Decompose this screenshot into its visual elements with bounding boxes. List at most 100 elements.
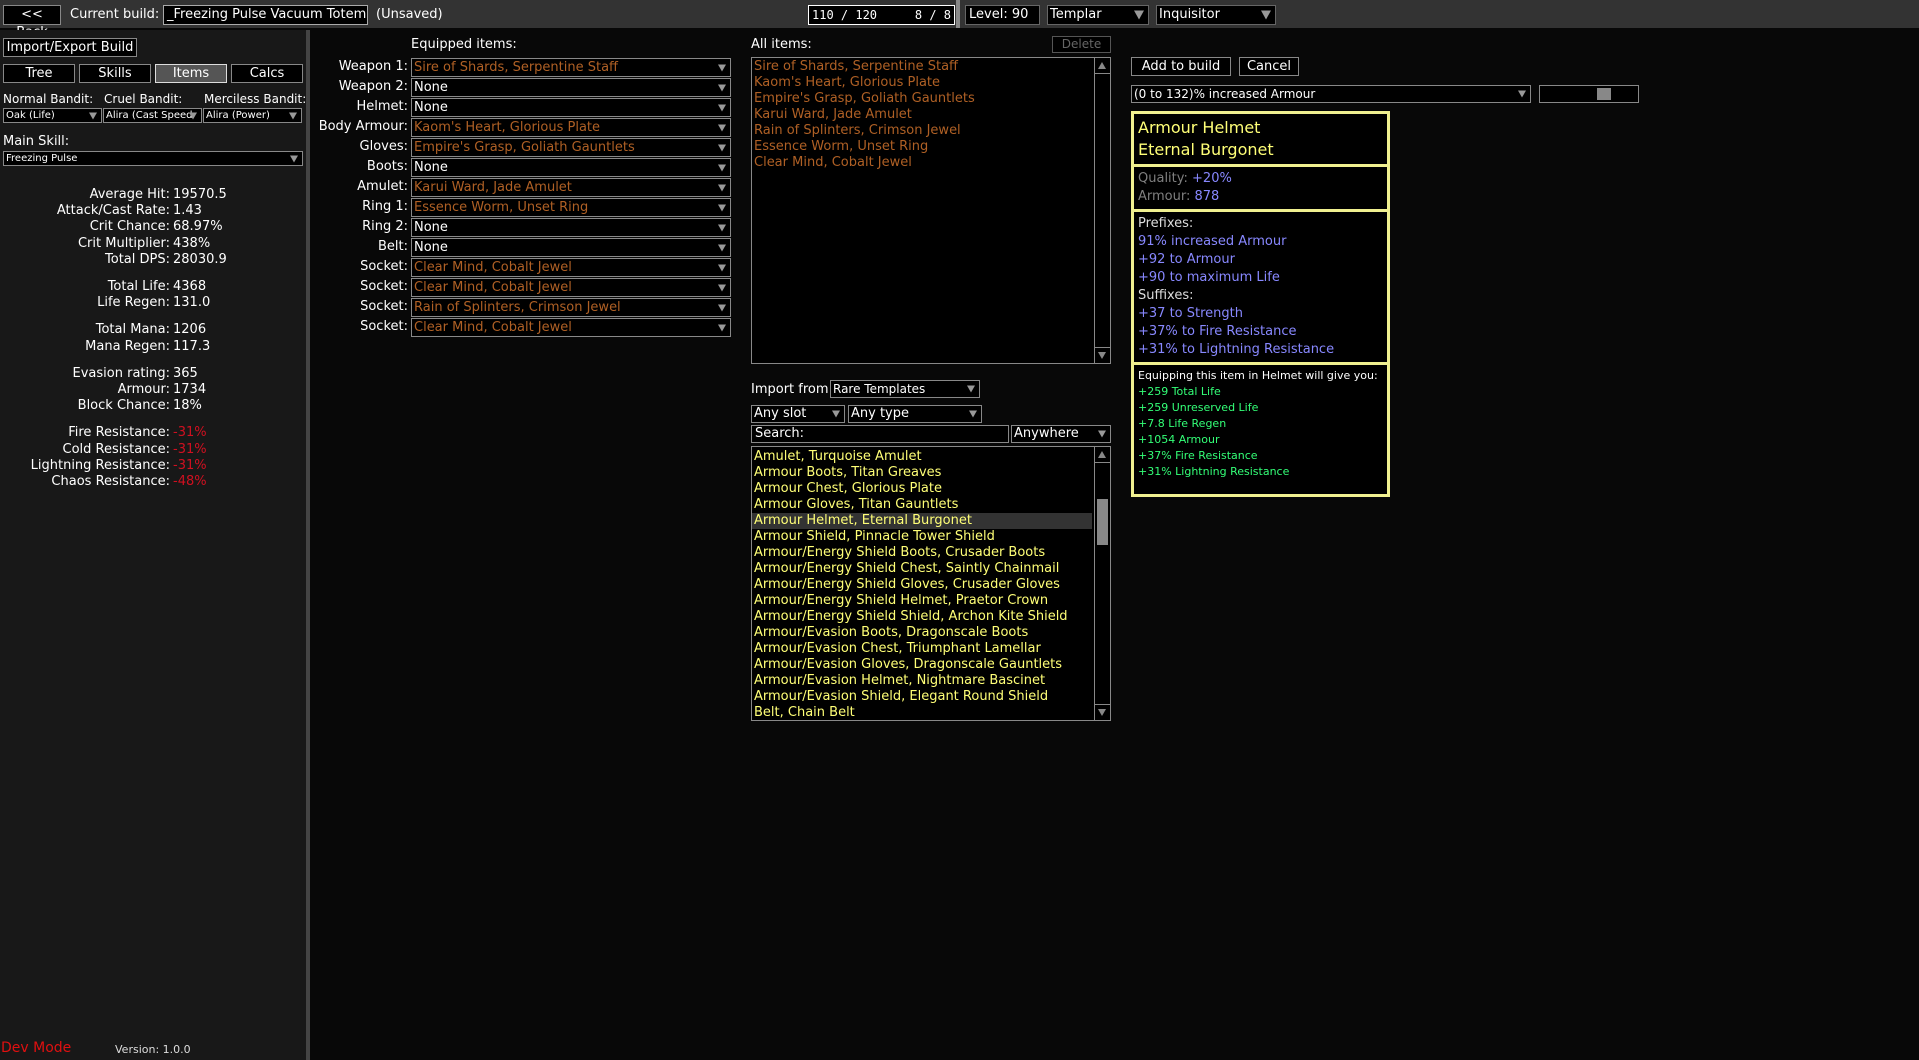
template-item[interactable]: Armour/Energy Shield Boots, Crusader Boo… bbox=[752, 545, 1092, 561]
tooltip-properties: Quality: +20% Armour: 878 bbox=[1134, 167, 1387, 212]
slot-select[interactable]: None bbox=[411, 158, 731, 177]
template-item[interactable]: Armour Shield, Pinnacle Tower Shield bbox=[752, 529, 1092, 545]
tab-calcs[interactable]: Calcs bbox=[231, 64, 303, 83]
slot-label: Ring 1: bbox=[362, 199, 408, 214]
stat-value: -31% bbox=[173, 457, 207, 473]
template-item[interactable]: Amulet, Turquoise Amulet bbox=[752, 449, 1092, 465]
template-item[interactable]: Armour Chest, Glorious Plate bbox=[752, 481, 1092, 497]
list-item[interactable]: Essence Worm, Unset Ring bbox=[752, 139, 1110, 155]
class-value: Templar bbox=[1050, 7, 1102, 22]
stat-label: Evasion rating: bbox=[72, 365, 170, 381]
ascendancy-select[interactable]: Inquisitor bbox=[1156, 5, 1276, 25]
template-item[interactable]: Armour/Energy Shield Shield, Archon Kite… bbox=[752, 609, 1092, 625]
stat-label: Chaos Resistance: bbox=[51, 474, 170, 489]
template-item[interactable]: Armour/Evasion Chest, Triumphant Lamella… bbox=[752, 641, 1092, 657]
slot-select[interactable]: Clear Mind, Cobalt Jewel bbox=[411, 278, 731, 297]
template-item[interactable]: Armour/Energy Shield Helmet, Praetor Cro… bbox=[752, 593, 1092, 609]
tab-skills[interactable]: Skills bbox=[79, 64, 151, 83]
build-name-field[interactable]: _Freezing Pulse Vacuum Totem bbox=[163, 5, 368, 25]
slot-label: Weapon 2: bbox=[338, 79, 408, 94]
template-item[interactable]: Armour/Evasion Boots, Dragonscale Boots bbox=[752, 625, 1092, 641]
slot-value: Karui Ward, Jade Amulet bbox=[414, 180, 572, 195]
stat-row: Attack/Cast Rate: 1.43 bbox=[0, 203, 311, 219]
slot-select[interactable]: None bbox=[411, 238, 731, 257]
slot-filter-select[interactable]: Any slot bbox=[751, 405, 845, 423]
main-skill-label: Main Skill: bbox=[3, 134, 70, 149]
slot-select[interactable]: None bbox=[411, 98, 731, 117]
cancel-button[interactable]: Cancel bbox=[1239, 57, 1299, 76]
template-item[interactable]: Armour/Evasion Helmet, Nightmare Bascine… bbox=[752, 673, 1092, 689]
normal-bandit-select[interactable]: Oak (Life) bbox=[3, 108, 102, 123]
templates-scrollbar[interactable] bbox=[1094, 447, 1110, 720]
scroll-down-button[interactable] bbox=[1095, 347, 1110, 363]
all-items-title: All items: bbox=[751, 37, 812, 52]
add-to-build-button[interactable]: Add to build bbox=[1131, 57, 1231, 76]
chevron-down-icon bbox=[89, 112, 97, 119]
chevron-down-icon bbox=[718, 284, 726, 291]
tab-tree[interactable]: Tree bbox=[3, 64, 75, 83]
search-mode-value: Anywhere bbox=[1014, 426, 1079, 441]
slot-value: Essence Worm, Unset Ring bbox=[414, 200, 589, 215]
scroll-up-button[interactable] bbox=[1095, 58, 1110, 74]
compare-stat: +37% Fire Resistance bbox=[1138, 449, 1258, 462]
scrollbar-thumb[interactable] bbox=[1097, 499, 1108, 545]
scroll-down-button[interactable] bbox=[1095, 704, 1110, 720]
stat-row: Total Life: 4368 bbox=[0, 279, 311, 295]
all-items-scrollbar[interactable] bbox=[1094, 58, 1110, 363]
cruel-bandit-select[interactable]: Alira (Cast Speed bbox=[103, 108, 202, 123]
type-filter-select[interactable]: Any type bbox=[848, 405, 982, 423]
slot-value: None bbox=[414, 220, 448, 235]
template-item[interactable]: Armour/Evasion Shield, Elegant Round Shi… bbox=[752, 689, 1092, 705]
suffix-mod: +37% to Fire Resistance bbox=[1138, 324, 1297, 339]
list-item[interactable]: Clear Mind, Cobalt Jewel bbox=[752, 155, 1110, 171]
slot-select[interactable]: Sire of Shards, Serpentine Staff bbox=[411, 58, 731, 77]
prefixes-label: Prefixes: bbox=[1138, 216, 1194, 231]
search-mode-select[interactable]: Anywhere bbox=[1011, 425, 1111, 443]
slot-select[interactable]: Essence Worm, Unset Ring bbox=[411, 198, 731, 217]
property-label: Quality: bbox=[1138, 171, 1193, 186]
list-item[interactable]: Rain of Splinters, Crimson Jewel bbox=[752, 123, 1110, 139]
template-item[interactable]: Armour/Energy Shield Gloves, Crusader Gl… bbox=[752, 577, 1092, 593]
scroll-up-button[interactable] bbox=[1095, 447, 1110, 463]
slot-value: Clear Mind, Cobalt Jewel bbox=[414, 320, 572, 335]
slot-select[interactable]: Clear Mind, Cobalt Jewel bbox=[411, 258, 731, 277]
main-skill-select[interactable]: Freezing Pulse bbox=[3, 151, 303, 166]
template-item[interactable]: Armour/Energy Shield Chest, Saintly Chai… bbox=[752, 561, 1092, 577]
slot-filter-value: Any slot bbox=[754, 406, 807, 421]
list-item[interactable]: Sire of Shards, Serpentine Staff bbox=[752, 59, 1110, 75]
tab-items[interactable]: Items bbox=[155, 64, 227, 83]
slot-select[interactable]: Karui Ward, Jade Amulet bbox=[411, 178, 731, 197]
mod-select[interactable]: (0 to 132)% increased Armour bbox=[1131, 85, 1531, 103]
slot-select[interactable]: Clear Mind, Cobalt Jewel bbox=[411, 318, 731, 337]
list-item[interactable]: Empire's Grasp, Goliath Gauntlets bbox=[752, 91, 1110, 107]
slot-label: Helmet: bbox=[356, 99, 408, 114]
slot-select[interactable]: Kaom's Heart, Glorious Plate bbox=[411, 118, 731, 137]
slot-select[interactable]: None bbox=[411, 218, 731, 237]
slider-knob[interactable] bbox=[1597, 88, 1612, 100]
stat-value: -48% bbox=[173, 474, 207, 489]
merciless-bandit-select[interactable]: Alira (Power) bbox=[203, 108, 302, 123]
slot-value: None bbox=[414, 240, 448, 255]
template-item[interactable]: Armour Boots, Titan Greaves bbox=[752, 465, 1092, 481]
slot-select[interactable]: None bbox=[411, 78, 731, 97]
item-tooltip: Armour Helmet Eternal Burgonet Quality: … bbox=[1131, 111, 1390, 497]
import-export-button[interactable]: Import/Export Build bbox=[3, 38, 137, 57]
chevron-down-icon bbox=[718, 204, 726, 211]
template-item[interactable]: Armour Gloves, Titan Gauntlets bbox=[752, 497, 1092, 513]
stat-row: Crit Chance: 68.97% bbox=[0, 219, 311, 235]
slot-select[interactable]: Empire's Grasp, Goliath Gauntlets bbox=[411, 138, 731, 157]
template-item[interactable]: Armour Helmet, Eternal Burgonet bbox=[752, 513, 1092, 529]
import-source-select[interactable]: Rare Templates bbox=[830, 380, 980, 398]
template-item[interactable]: Armour/Evasion Gloves, Dragonscale Gaunt… bbox=[752, 657, 1092, 673]
class-select[interactable]: Templar bbox=[1047, 5, 1149, 25]
stat-value: -31% bbox=[173, 441, 207, 457]
mod-slider[interactable] bbox=[1539, 85, 1639, 103]
slot-select[interactable]: Rain of Splinters, Crimson Jewel bbox=[411, 298, 731, 317]
list-item[interactable]: Kaom's Heart, Glorious Plate bbox=[752, 75, 1110, 91]
level-field[interactable]: Level: 90 bbox=[965, 5, 1040, 25]
delete-button[interactable]: Delete bbox=[1052, 36, 1111, 53]
list-item[interactable]: Karui Ward, Jade Amulet bbox=[752, 107, 1110, 123]
search-input[interactable]: Search: bbox=[751, 425, 1009, 443]
back-button[interactable]: << Back bbox=[3, 5, 61, 40]
template-item[interactable]: Belt, Chain Belt bbox=[752, 705, 1092, 720]
